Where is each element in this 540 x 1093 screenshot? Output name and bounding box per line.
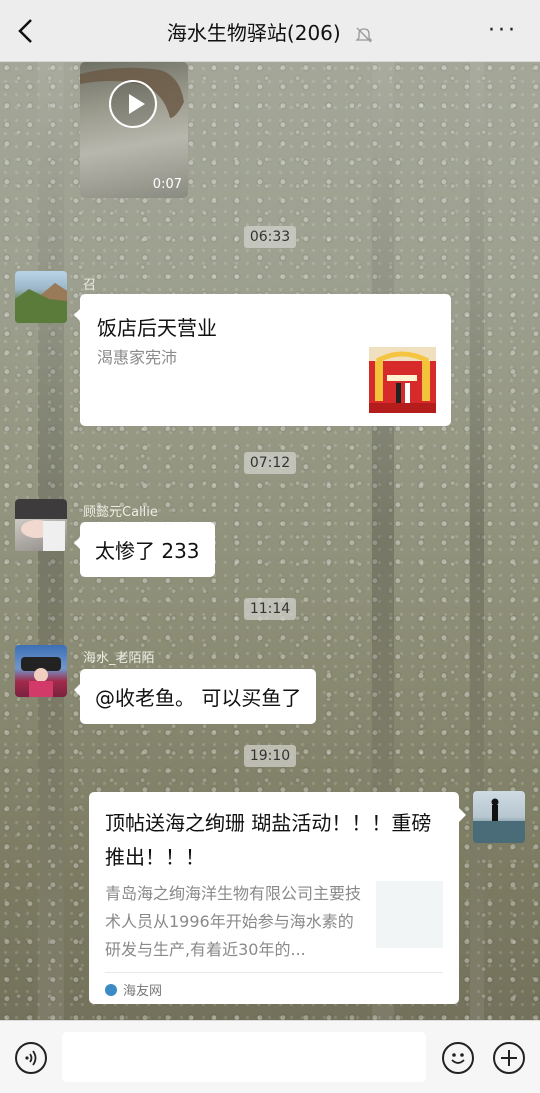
avatar[interactable] xyxy=(473,791,525,843)
background-streak xyxy=(470,62,484,1020)
card-description: 青岛海之绚海洋生物有限公司主要技术人员从1996年开始参与海水素的研发与生产,有… xyxy=(105,884,362,959)
avatar[interactable] xyxy=(15,271,67,323)
card-thumbnail xyxy=(376,881,443,948)
source-logo-icon xyxy=(105,984,117,996)
link-card[interactable]: 饭店后天营业 渴惠家宪沛 xyxy=(74,294,451,426)
avatar[interactable] xyxy=(15,645,67,697)
sender-name: 顾懿元Callie xyxy=(83,505,158,520)
chat-header: 海水生物驿站(206) ··· xyxy=(0,0,540,62)
input-bar xyxy=(0,1020,540,1093)
avatar-image xyxy=(21,657,61,697)
timestamp: 07:12 xyxy=(0,452,540,474)
timestamp: 06:33 xyxy=(0,226,540,248)
card-divider xyxy=(105,972,443,973)
card-subtitle: 渴惠家宪沛 xyxy=(97,348,178,367)
emoji-icon[interactable] xyxy=(442,1042,474,1074)
voice-icon[interactable] xyxy=(15,1042,47,1074)
sender-name: 海水_老陌陌 xyxy=(83,651,155,666)
video-message[interactable]: 0:07 xyxy=(80,62,188,198)
avatar[interactable] xyxy=(15,499,67,551)
group-name: 海水生物驿站(206) xyxy=(166,21,341,45)
card-thumbnail xyxy=(369,347,436,413)
play-icon[interactable] xyxy=(109,80,157,128)
avatar-image xyxy=(15,499,67,551)
sender-name: 召 xyxy=(83,278,97,293)
plus-icon[interactable] xyxy=(493,1042,525,1074)
card-title: 饭店后天营业 xyxy=(97,316,217,340)
avatar-image xyxy=(473,798,525,843)
message-text: @收老鱼。 可以买鱼了 xyxy=(95,686,302,710)
timestamp: 19:10 xyxy=(0,745,540,767)
timestamp: 11:14 xyxy=(0,598,540,620)
card-title: 顶帖送海之绚珊 瑚盐活动！！！重磅推出！！！ xyxy=(105,811,432,869)
video-duration: 0:07 xyxy=(152,177,182,192)
more-icon[interactable]: ··· xyxy=(488,20,518,42)
mute-bell-icon xyxy=(355,27,373,42)
chat-title: 海水生物驿站(206) xyxy=(0,17,540,46)
message-bubble[interactable]: 太惨了 233 xyxy=(74,522,215,577)
card-source: 海友网 xyxy=(105,980,162,999)
message-bubble[interactable]: @收老鱼。 可以买鱼了 xyxy=(73,669,317,724)
link-card[interactable]: 顶帖送海之绚珊 瑚盐活动！！！重磅推出！！！ 青岛海之绚海洋生物有限公司主要技术… xyxy=(89,792,466,1004)
message-text: 太惨了 233 xyxy=(95,539,200,563)
message-input[interactable] xyxy=(62,1032,426,1082)
avatar-image xyxy=(15,283,67,323)
